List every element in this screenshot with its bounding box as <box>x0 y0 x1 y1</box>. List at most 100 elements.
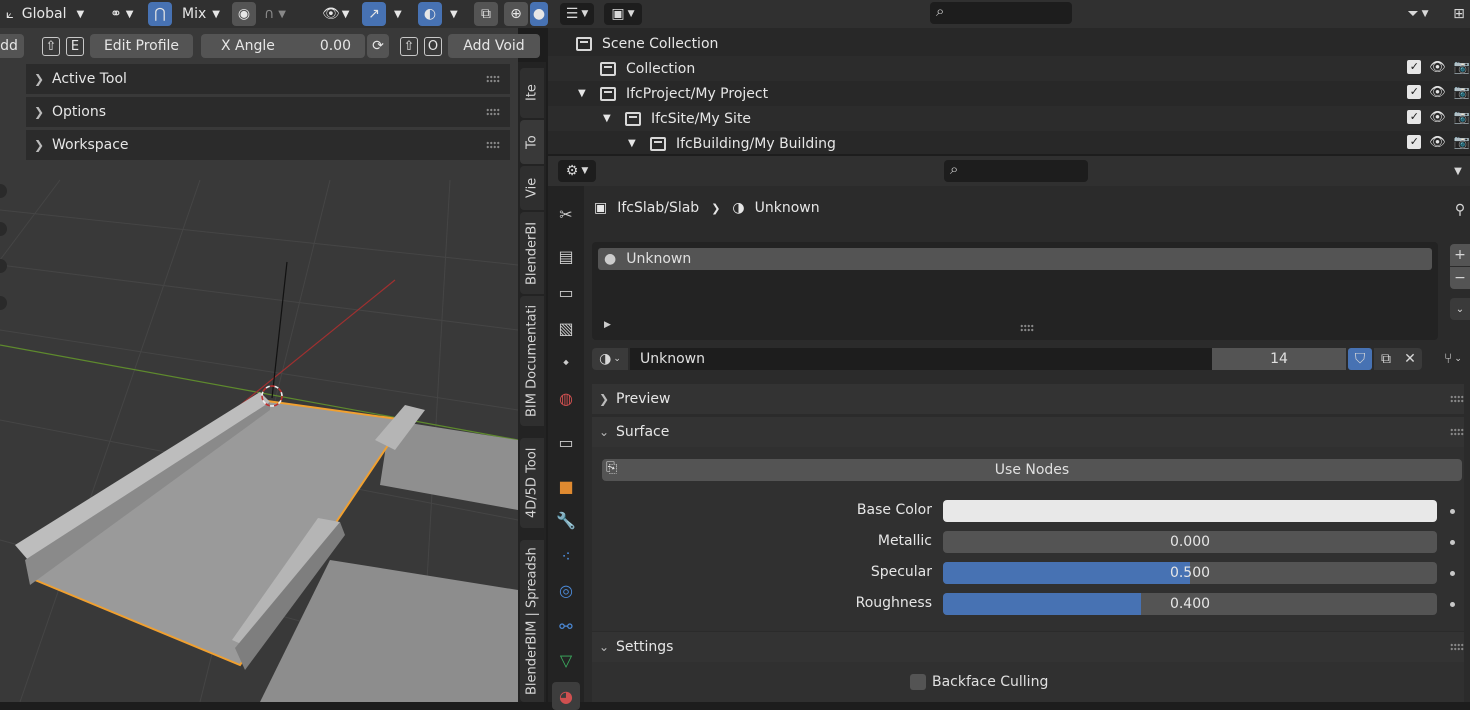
gizmo-toggle[interactable]: ↗ <box>362 2 386 26</box>
expand-arrow-icon[interactable]: ▼ <box>578 88 600 99</box>
pin-icon[interactable]: ⚲ <box>1450 200 1470 220</box>
expand-arrow-icon[interactable]: ▼ <box>603 113 625 124</box>
tab-tool-settings[interactable]: ✂ <box>552 200 580 228</box>
camera-icon[interactable]: 📷 <box>1454 85 1470 100</box>
camera-icon[interactable]: 📷 <box>1454 135 1470 150</box>
outliner-row-scene-collection[interactable]: Scene Collection <box>548 31 1470 56</box>
tab-view-layer[interactable]: ▧ <box>552 314 580 342</box>
editor-type-dropdown[interactable]: ☰ ▼ <box>560 3 594 25</box>
display-mode-dropdown[interactable]: ▣ ▼ <box>604 3 642 25</box>
duplicate-material-button[interactable]: ⧉ <box>1374 348 1398 370</box>
drag-grip-icon[interactable] <box>486 141 500 149</box>
overlays-toggle[interactable]: ◐ <box>418 2 442 26</box>
tab-bim-documentation[interactable]: BIM Documentati <box>520 296 544 426</box>
tab-blenderbim[interactable]: BlenderBI <box>520 212 544 294</box>
metallic-slider[interactable]: 0.000 <box>943 531 1437 553</box>
browse-material-dropdown[interactable]: ◑ ⌄ <box>592 348 628 370</box>
fake-user-toggle[interactable]: ⛉ <box>1348 348 1372 370</box>
panel-workspace[interactable]: ❯ Workspace <box>26 130 510 160</box>
keyframe-dot-icon[interactable] <box>1450 571 1455 576</box>
outliner-row-ifcsite[interactable]: ▼ IfcSite/My Site ✓ 👁 📷 <box>548 106 1470 131</box>
exclude-checkbox[interactable]: ✓ <box>1407 85 1422 99</box>
tab-particles[interactable]: ⁖ <box>552 542 580 570</box>
proportional-edit-toggle[interactable]: ◉ <box>232 2 256 26</box>
backface-culling-checkbox[interactable]: Backface Culling <box>910 674 1048 690</box>
drag-grip-icon[interactable] <box>486 108 500 116</box>
xray-toggle[interactable]: ⧉ <box>474 2 498 26</box>
add-slot-button[interactable]: + <box>1450 244 1470 266</box>
keyframe-dot-icon[interactable] <box>1450 509 1455 514</box>
visibility-dropdown[interactable]: 👁 ▼ <box>316 2 356 26</box>
resize-grip-icon[interactable] <box>1020 324 1034 332</box>
tab-4d5d-tool[interactable]: 4D/5D Tool <box>520 438 544 528</box>
camera-icon[interactable]: 📷 <box>1454 110 1470 125</box>
remove-slot-button[interactable]: − <box>1450 267 1470 289</box>
drag-grip-icon[interactable] <box>1450 395 1464 403</box>
use-nodes-button[interactable]: ⎘ Use Nodes <box>602 459 1462 481</box>
drag-grip-icon[interactable] <box>1450 428 1464 436</box>
editor-type-dropdown[interactable]: ⚙ ▼ <box>558 160 596 182</box>
roughness-slider[interactable]: 0.400 <box>943 593 1437 615</box>
tab-collection[interactable]: ▭ <box>552 428 580 456</box>
snap-mode-dropdown[interactable]: Mix ▼ <box>176 2 226 26</box>
eye-icon[interactable]: 👁 <box>1429 135 1446 150</box>
properties-search-input[interactable]: ⌕ <box>944 160 1088 182</box>
user-count-button[interactable]: 14 <box>1212 348 1346 370</box>
pivot-point-dropdown[interactable]: ⚭ ▼ <box>104 2 146 26</box>
eye-icon[interactable]: 👁 <box>1429 85 1446 100</box>
eye-icon[interactable]: 👁 <box>1429 60 1446 75</box>
drag-grip-icon[interactable] <box>1450 643 1464 651</box>
tab-data[interactable]: ▽ <box>552 646 580 674</box>
camera-icon[interactable]: 📷 <box>1454 60 1470 75</box>
tab-world[interactable]: ◍ <box>552 384 580 412</box>
tab-scene[interactable]: ⬩ <box>552 348 580 376</box>
tab-physics[interactable]: ◎ <box>552 576 580 604</box>
base-color-swatch[interactable] <box>943 500 1437 522</box>
panel-settings[interactable]: ⌄ Settings <box>592 632 1464 662</box>
orientation-dropdown[interactable]: ⟀ Global ▼ <box>0 2 96 26</box>
tab-material[interactable]: ◕ <box>552 682 580 710</box>
exclude-checkbox[interactable]: ✓ <box>1407 135 1422 149</box>
tab-blenderbim-spreadsheet[interactable]: BlenderBIM | Spreadsh <box>520 540 544 702</box>
tab-constraints[interactable]: ⚯ <box>552 612 580 640</box>
overlays-dropdown[interactable]: ▼ <box>444 2 464 26</box>
outliner-row-ifcproject[interactable]: ▼ IfcProject/My Project ✓ 👁 📷 <box>548 81 1470 106</box>
exclude-checkbox[interactable]: ✓ <box>1407 110 1422 124</box>
wireframe-shading-button[interactable]: ⊕ <box>504 2 528 26</box>
x-angle-field[interactable]: X Angle 0.00 <box>201 34 365 58</box>
exclude-checkbox[interactable]: ✓ <box>1407 60 1422 74</box>
drag-grip-icon[interactable] <box>486 75 500 83</box>
filter-dropdown[interactable]: ⏷ ▼ <box>1400 3 1436 25</box>
material-name-input[interactable]: Unknown <box>630 348 1212 370</box>
add-button[interactable]: dd <box>0 34 24 58</box>
3d-viewport[interactable]: ❯ Active Tool ❯ Options ❯ Workspace <box>0 0 518 702</box>
keyframe-dot-icon[interactable] <box>1450 540 1455 545</box>
tab-output[interactable]: ▭ <box>552 278 580 306</box>
eye-icon[interactable]: 👁 <box>1429 110 1446 125</box>
expand-arrow-icon[interactable]: ▶ <box>604 320 611 330</box>
specular-slider[interactable]: 0.500 <box>943 562 1437 584</box>
panel-options[interactable]: ❯ Options <box>26 97 510 127</box>
tab-render[interactable]: ▤ <box>552 242 580 270</box>
panel-active-tool[interactable]: ❯ Active Tool <box>26 64 510 94</box>
material-slot-list[interactable]: ● Unknown ▶ <box>592 242 1438 340</box>
tab-view[interactable]: Vie <box>520 166 544 210</box>
panel-surface[interactable]: ⌄ Surface <box>592 417 1464 447</box>
slot-specials-dropdown[interactable]: ⌄ <box>1450 298 1470 320</box>
list-item[interactable]: ● Unknown <box>598 248 1432 270</box>
tab-item[interactable]: Ite <box>520 68 544 118</box>
options-dropdown[interactable]: ▼ <box>1448 160 1468 182</box>
gizmo-dropdown[interactable]: ▼ <box>388 2 408 26</box>
tab-tool[interactable]: To <box>520 120 544 164</box>
add-void-button[interactable]: Add Void <box>448 34 540 58</box>
refresh-button[interactable]: ⟳ <box>367 34 389 58</box>
tab-modifiers[interactable]: 🔧 <box>552 506 580 534</box>
snap-toggle[interactable]: ⋂ <box>148 2 172 26</box>
panel-preview[interactable]: ❯ Preview <box>592 384 1464 414</box>
link-dropdown[interactable]: ⑂ ⌄ <box>1436 348 1470 370</box>
unlink-material-button[interactable]: ✕ <box>1398 348 1422 370</box>
new-collection-button[interactable]: ⊞ <box>1448 3 1470 25</box>
solid-shading-button[interactable]: ● <box>530 2 548 26</box>
outliner-search-input[interactable]: ⌕ <box>930 2 1072 24</box>
outliner-row-ifcbuilding[interactable]: ▼ IfcBuilding/My Building ✓ 👁 📷 <box>548 131 1470 156</box>
